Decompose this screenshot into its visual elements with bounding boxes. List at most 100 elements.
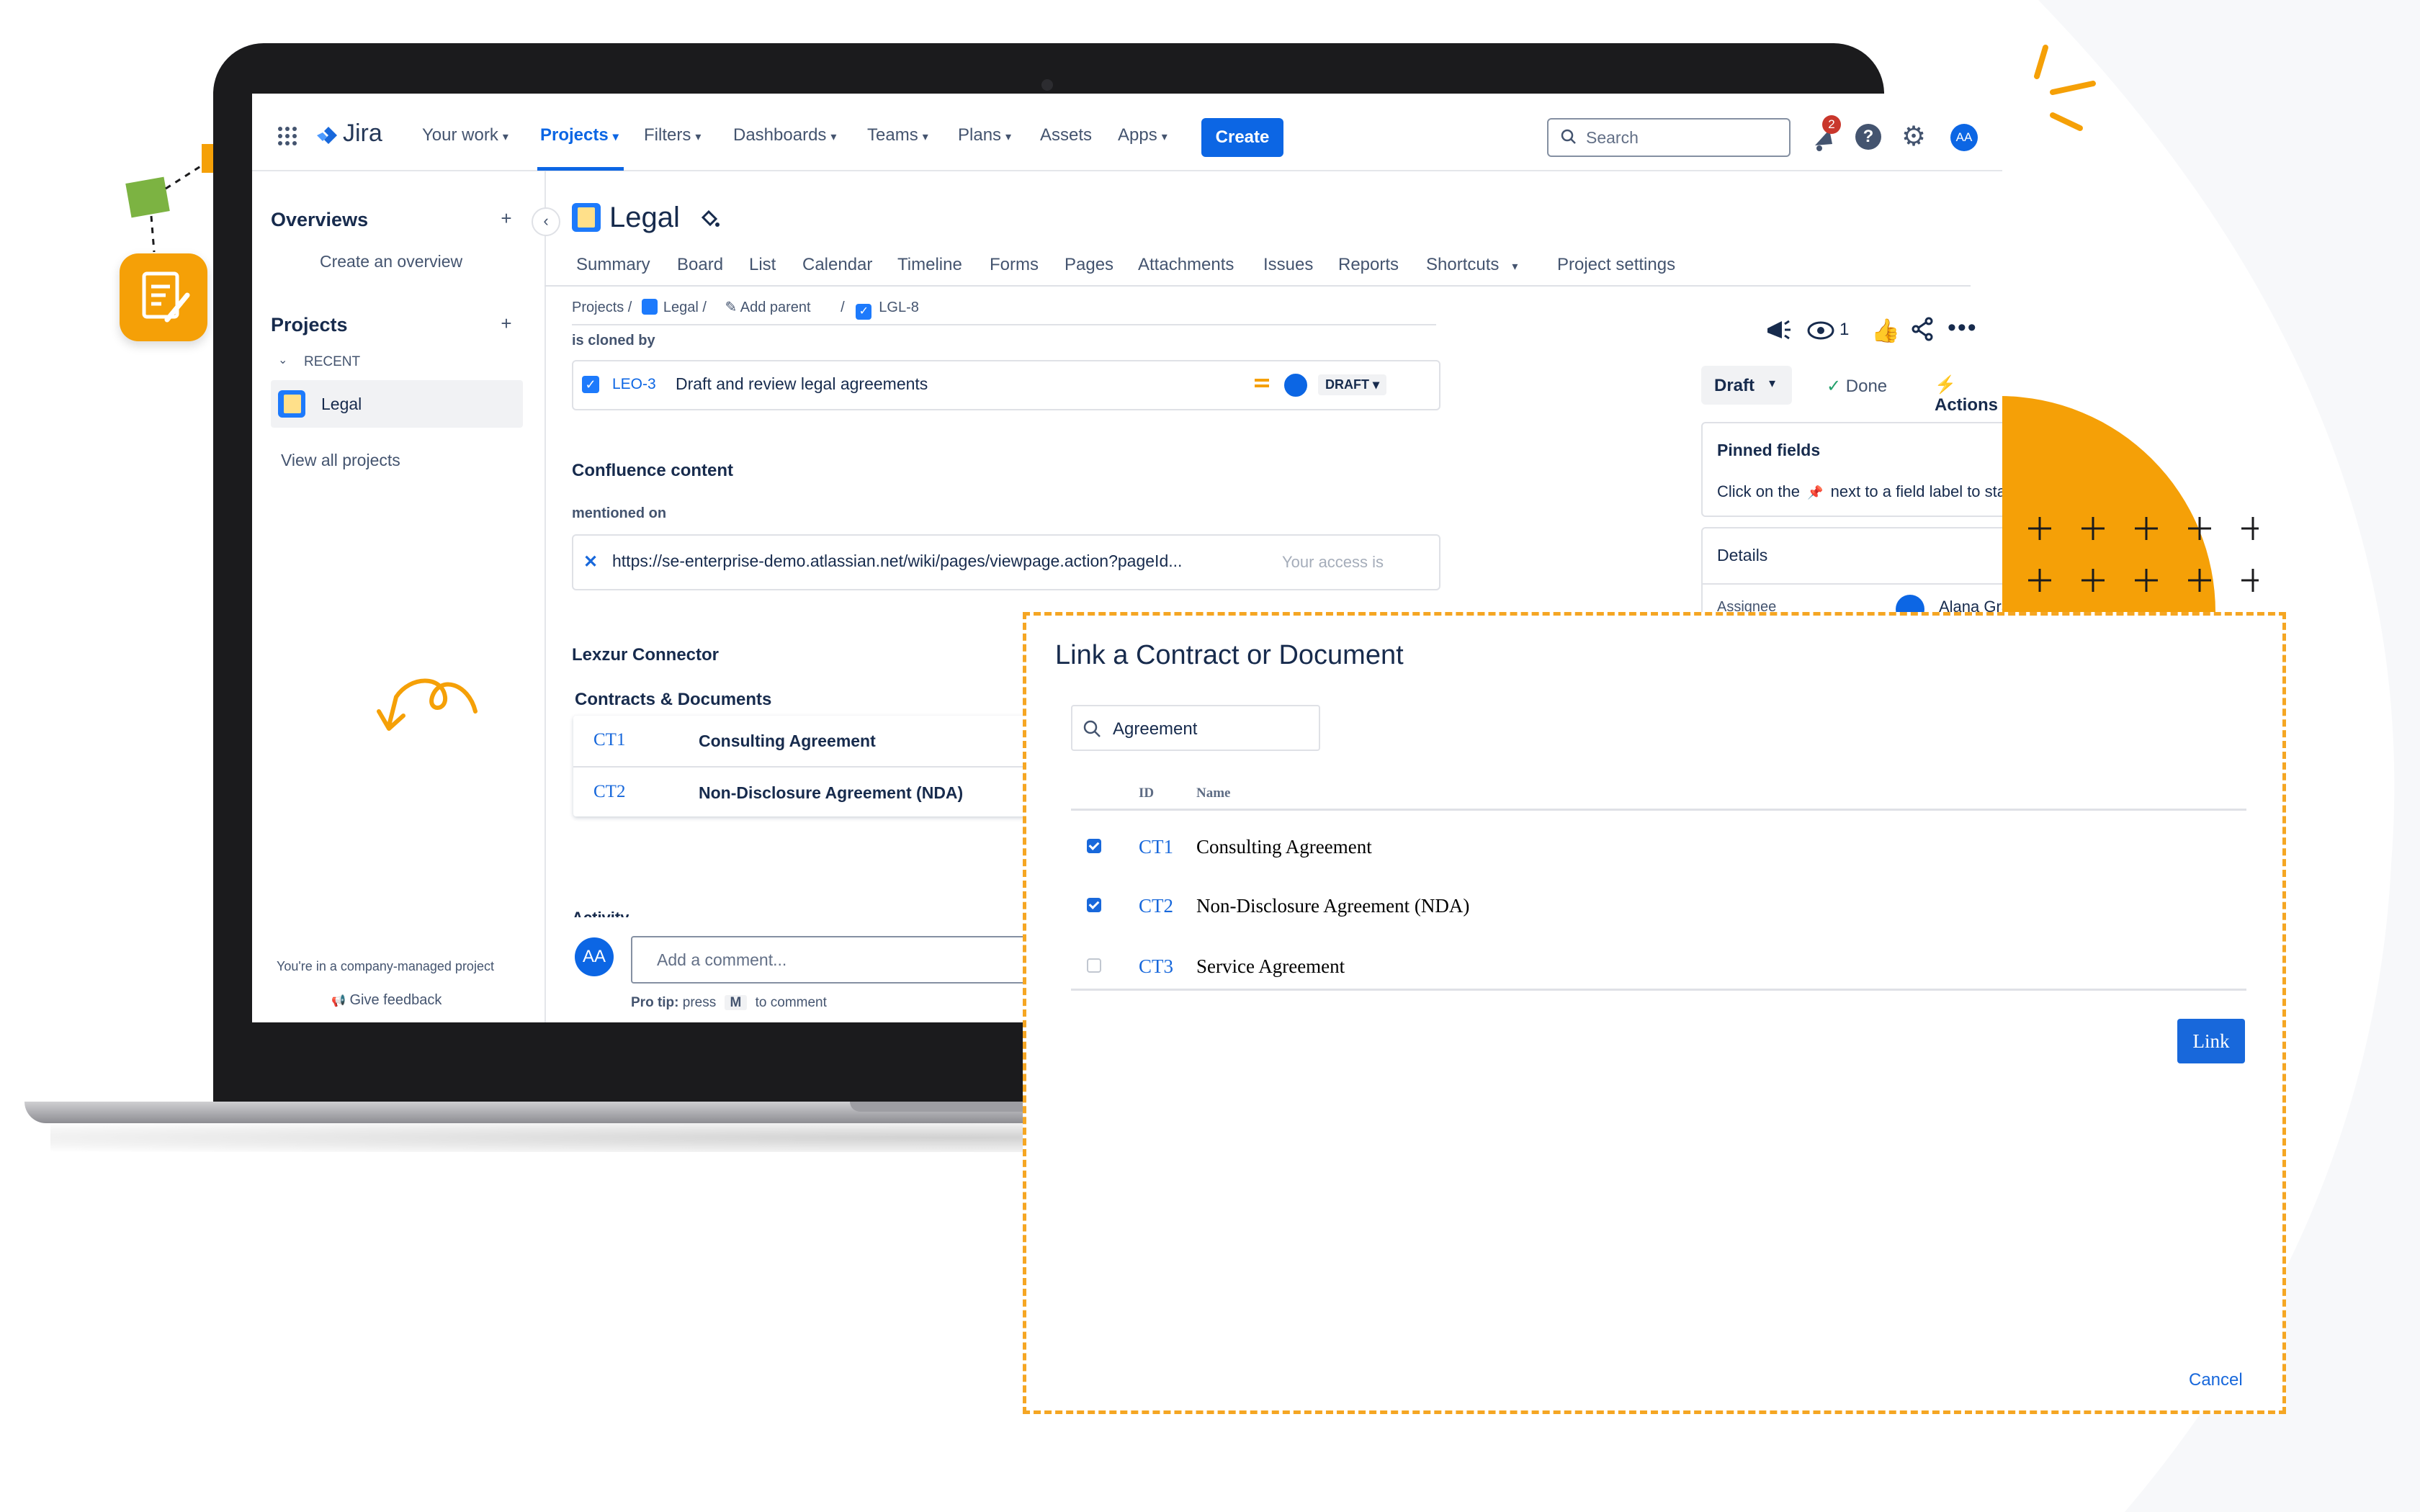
tab-summary[interactable]: Summary: [576, 255, 650, 275]
tabs-divider: [544, 285, 1971, 287]
confluence-url[interactable]: https://se-enterprise-demo.atlassian.net…: [612, 552, 1232, 571]
nav-assets[interactable]: Assets: [1040, 125, 1092, 145]
help-icon[interactable]: ?: [1855, 124, 1881, 150]
tab-reports[interactable]: Reports: [1338, 255, 1399, 275]
nav-label: Projects: [540, 125, 609, 145]
done-button[interactable]: ✓ Done: [1827, 376, 1887, 397]
jira-logo-text[interactable]: Jira: [343, 120, 382, 148]
tab-attachments[interactable]: Attachments: [1138, 255, 1234, 275]
nav-filters[interactable]: Filters ▾: [644, 125, 701, 145]
nav-label: Dashboards: [733, 125, 827, 145]
project-title: Legal: [609, 202, 680, 233]
breadcrumb-issue-key[interactable]: LGL-8: [879, 300, 919, 315]
give-feedback-link[interactable]: 📢 Give feedback: [331, 992, 442, 1009]
tab-issues[interactable]: Issues: [1263, 255, 1313, 275]
overviews-heading: Overviews: [271, 209, 369, 230]
contract-id[interactable]: CT2: [593, 782, 625, 802]
project-icon: [572, 203, 601, 232]
curly-arrow-decor: [377, 678, 478, 731]
thumbs-up-icon[interactable]: 👍: [1871, 317, 1900, 344]
table-row[interactable]: CT1 Consulting Agreement: [1071, 817, 2246, 875]
feedback-megaphone-icon[interactable]: [1763, 317, 1792, 346]
add-overview-icon[interactable]: +: [494, 206, 519, 230]
nav-your-work[interactable]: Your work ▾: [422, 125, 508, 145]
contract-name: Non-Disclosure Agreement (NDA): [699, 783, 964, 802]
breadcrumb-divider: [572, 324, 1436, 325]
linked-issue-card[interactable]: ✓ LEO-3 Draft and review legal agreement…: [572, 360, 1440, 410]
tab-timeline[interactable]: Timeline: [897, 255, 962, 275]
priority-medium-icon: [1253, 376, 1270, 390]
breadcrumb-legal[interactable]: Legal: [663, 300, 699, 315]
tab-forms[interactable]: Forms: [990, 255, 1039, 275]
user-avatar[interactable]: AA: [1950, 124, 1978, 151]
project-notebook-icon: [278, 390, 305, 418]
add-parent-link[interactable]: Add parent: [740, 300, 811, 315]
cancel-link[interactable]: Cancel: [2189, 1370, 2243, 1390]
contract-id[interactable]: CT1: [593, 730, 625, 750]
tab-calendar[interactable]: Calendar: [802, 255, 872, 275]
chevron-down-icon[interactable]: ⌄: [278, 353, 287, 367]
tab-shortcuts[interactable]: Shortcuts ▾: [1426, 255, 1518, 275]
nav-label: Plans: [958, 125, 1002, 145]
row-checkbox[interactable]: [1087, 958, 1101, 973]
nav-teams[interactable]: Teams ▾: [867, 125, 928, 145]
search-icon: [1561, 129, 1576, 144]
breadcrumb: Projects / Legal / ✎ Add parent / ✓ LGL-8: [572, 298, 919, 320]
modal-search-input[interactable]: Agreement: [1071, 705, 1320, 751]
link-button[interactable]: Link: [2177, 1019, 2245, 1063]
breadcrumb-sep: /: [624, 300, 636, 315]
row-name: Service Agreement: [1196, 955, 1345, 977]
pro-tip-suffix: to comment: [755, 995, 827, 1010]
linked-issue-title[interactable]: Draft and review legal agreements: [676, 374, 928, 394]
tab-list[interactable]: List: [749, 255, 776, 275]
linked-issue-key[interactable]: LEO-3: [612, 376, 656, 393]
comment-placeholder: Add a comment...: [657, 950, 787, 969]
contracts-heading: Contracts & Documents: [575, 690, 772, 709]
create-overview-link[interactable]: Create an overview: [320, 252, 462, 271]
nav-plans[interactable]: Plans ▾: [958, 125, 1011, 145]
link-contract-modal: Link a Contract or Document Agreement ID…: [1023, 612, 2286, 1414]
app-switcher-icon[interactable]: [277, 125, 298, 147]
nav-label: Teams: [867, 125, 918, 145]
sidebar-item-legal[interactable]: Legal: [271, 380, 523, 428]
confluence-link-card[interactable]: ✕ https://se-enterprise-demo.atlassian.n…: [572, 534, 1440, 590]
pencil-icon: ✎: [725, 300, 738, 315]
create-button[interactable]: Create: [1201, 118, 1283, 157]
chevron-down-icon: ▾: [1373, 377, 1380, 392]
status-lozenge[interactable]: DRAFT ▾: [1318, 374, 1387, 395]
chevron-down-icon: ▾: [1005, 131, 1012, 143]
search-input[interactable]: Search: [1547, 118, 1791, 157]
more-actions-icon[interactable]: •••: [1948, 314, 1978, 342]
details-card[interactable]: Details ⌃ Assignee Alana Grant: [1701, 527, 2002, 624]
pro-tip-key: M: [724, 995, 748, 1010]
tab-project-settings[interactable]: Project settings: [1557, 255, 1675, 275]
breadcrumb-projects[interactable]: Projects: [572, 300, 624, 315]
row-checkbox[interactable]: [1087, 898, 1101, 912]
paint-bucket-icon[interactable]: [699, 207, 720, 229]
nav-label: Your work: [422, 125, 498, 145]
projects-heading: Projects: [271, 314, 348, 336]
settings-gear-icon[interactable]: ⚙: [1901, 122, 1926, 151]
column-header-name: Name: [1196, 786, 1231, 801]
status-dropdown-button[interactable]: Draft ▾: [1701, 366, 1792, 405]
share-icon[interactable]: [1910, 317, 1935, 341]
row-id[interactable]: CT3: [1139, 955, 1173, 978]
watch-eye-icon[interactable]: [1806, 320, 1835, 341]
row-id[interactable]: CT2: [1139, 895, 1173, 917]
tab-board[interactable]: Board: [677, 255, 723, 275]
nav-projects[interactable]: Projects ▾: [540, 125, 619, 145]
assignee-avatar: [1282, 372, 1309, 399]
add-project-icon[interactable]: +: [494, 311, 519, 336]
tab-pages[interactable]: Pages: [1065, 255, 1113, 275]
nav-apps[interactable]: Apps ▾: [1118, 125, 1168, 145]
jira-logo-icon[interactable]: [314, 124, 340, 150]
table-row[interactable]: CT2 Non-Disclosure Agreement (NDA): [1071, 876, 2246, 934]
collapse-sidebar-button[interactable]: ‹: [532, 207, 560, 236]
mentioned-on-label: mentioned on: [572, 505, 667, 521]
nav-dashboards[interactable]: Dashboards ▾: [733, 125, 836, 145]
table-row[interactable]: CT3 Service Agreement: [1071, 937, 2246, 994]
row-id[interactable]: CT1: [1139, 836, 1173, 858]
view-all-projects-link[interactable]: View all projects: [281, 451, 400, 470]
row-checkbox[interactable]: [1087, 839, 1101, 853]
breadcrumb-project-icon: [641, 299, 658, 315]
